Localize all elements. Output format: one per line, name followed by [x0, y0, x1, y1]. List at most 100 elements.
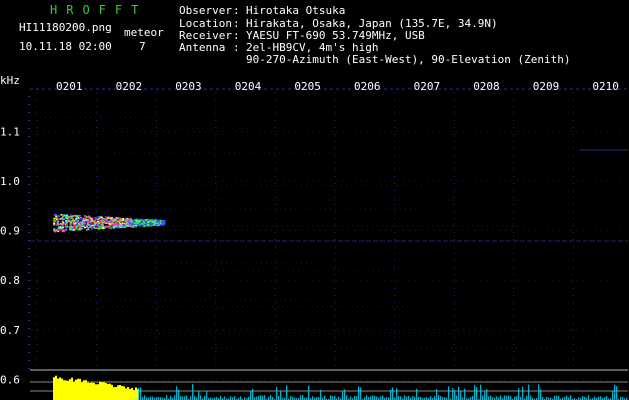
noise-bar [458, 386, 460, 400]
noise-bar [398, 395, 400, 400]
echo-pixel [161, 221, 163, 223]
echo-pixel [91, 228, 94, 230]
echo-pixel [113, 218, 116, 221]
noise-bar [436, 389, 438, 400]
axis-dash [28, 240, 30, 241]
echo-pixel [88, 216, 91, 218]
noise-bar [396, 388, 398, 400]
echo-pixel [65, 214, 68, 216]
noise-bar [178, 389, 180, 400]
noise-bar [464, 388, 466, 400]
echo-pixel [103, 227, 106, 229]
noise-bar [344, 389, 346, 400]
noise-bar [260, 395, 262, 400]
noise-bar [484, 391, 486, 400]
echo-pixel [134, 224, 137, 227]
hrofft-window: HROFFT HI11180200.png meteor 10.11.18 02… [0, 0, 629, 400]
signal-bar [83, 380, 85, 400]
echo-pixel [68, 220, 71, 222]
noise-bar [182, 396, 184, 400]
echo-pixel [98, 218, 101, 220]
signal-bar [99, 381, 101, 400]
noise-bar [412, 396, 414, 400]
noise-bar [204, 395, 206, 400]
noise-bar [614, 384, 616, 400]
echo-pixel [108, 216, 111, 219]
echo-pixel [63, 230, 66, 232]
signal-bar [85, 380, 87, 400]
noise-bar [194, 395, 196, 400]
echo-pixel [93, 224, 96, 226]
echo-pixel [56, 224, 59, 226]
echo-pixel [82, 217, 85, 220]
x-tick-label: 0204 [235, 80, 262, 93]
noise-bar [408, 395, 410, 400]
echo-pixel [91, 223, 94, 225]
signal-bar [93, 382, 95, 400]
noise-bar [416, 388, 418, 400]
signal-bar [111, 384, 113, 400]
echo-pixel [97, 220, 100, 223]
echo-pixel [97, 227, 100, 230]
noise-bar [190, 396, 192, 400]
echo-pixel [66, 220, 69, 223]
echo-pixel [73, 227, 76, 230]
noise-bar [358, 386, 360, 400]
noise-bar [460, 391, 462, 400]
noise-bar [258, 396, 260, 400]
signal-bar [63, 380, 65, 400]
x-tick-label: 0205 [294, 80, 321, 93]
axis-dash [28, 256, 30, 257]
noise-bar [454, 390, 456, 400]
noise-bar [598, 396, 600, 400]
noise-bar [480, 384, 482, 400]
echo-pixel [154, 220, 157, 223]
x-tick-label: 0203 [175, 80, 202, 93]
echo-pixel [59, 225, 62, 228]
noise-bar [312, 396, 314, 400]
echo-pixel [99, 216, 102, 218]
noise-bar [302, 395, 304, 400]
echo-pixel [102, 219, 105, 222]
echo-pixel [70, 227, 73, 229]
axis-dash [28, 144, 30, 145]
echo-pixel [85, 218, 88, 220]
echo-pixel [97, 224, 100, 226]
noise-bar [558, 396, 560, 400]
echo-pixel [73, 215, 76, 217]
echo-pixel [78, 226, 81, 228]
signal-bar [97, 384, 99, 400]
echo-pixel [122, 217, 125, 220]
echo-pixel [137, 220, 140, 223]
echo-pixel [86, 224, 89, 227]
echo-pixel [128, 222, 131, 224]
y-tick-label: 0.8 [0, 274, 20, 287]
echo-pixel [134, 219, 137, 221]
spectrogram: kHz 0201 0202 0203 0204 0205 0206 0207 0208 0209 0… [0, 74, 628, 400]
echo-pixel [116, 226, 119, 229]
noise-bar [616, 386, 618, 400]
noise-bar [290, 395, 292, 400]
noise-bar [366, 395, 368, 400]
noise-bar [264, 395, 266, 400]
noise-bar [206, 390, 208, 400]
axis-dash [28, 272, 30, 273]
noise-bar [350, 396, 352, 400]
echo-pixel [53, 222, 56, 225]
axis-dash [28, 264, 30, 265]
noise-bar [566, 395, 568, 400]
signal-bar [105, 383, 107, 400]
echo-pixel [133, 222, 136, 224]
signal-bar [69, 379, 71, 400]
noise-bar [174, 395, 176, 400]
y-tick-label: 1.0 [0, 175, 20, 188]
noise-bar [538, 384, 540, 400]
noise-bar [510, 396, 512, 400]
noise-bar [286, 385, 288, 400]
noise-bar [506, 395, 508, 400]
echo-pixel [122, 219, 124, 221]
signal-bar [87, 382, 89, 400]
noise-bar [270, 395, 272, 400]
noise-bar [472, 395, 474, 400]
echo-pixel [86, 226, 88, 228]
